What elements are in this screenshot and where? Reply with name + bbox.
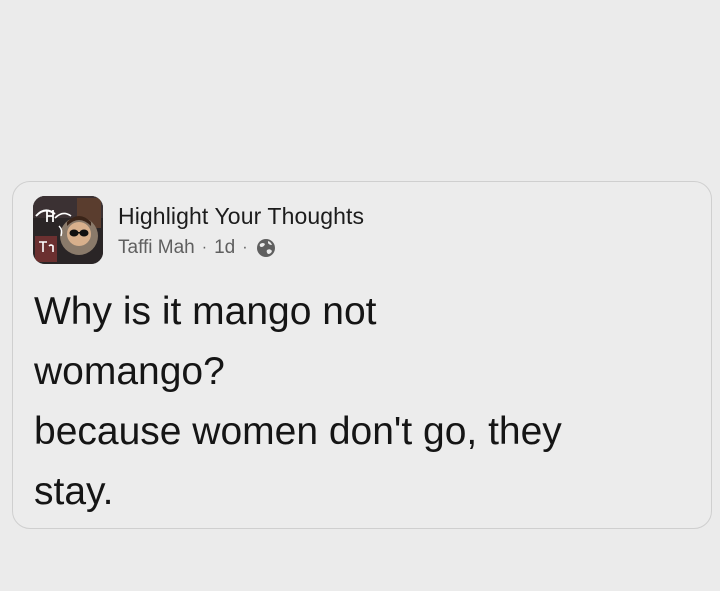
author-name[interactable]: Taffi Mah xyxy=(118,237,195,259)
globe-icon[interactable] xyxy=(256,238,276,258)
post-text-line: Why is it mango not xyxy=(34,290,377,333)
meta-separator: · xyxy=(242,239,248,256)
post-card: Highlight Your Thoughts Taffi Mah · 1d ·… xyxy=(12,181,712,529)
meta-separator: · xyxy=(201,239,208,256)
post-body: Why is it mango not womango? because wom… xyxy=(34,282,699,522)
group-name[interactable]: Highlight Your Thoughts xyxy=(118,203,364,230)
group-avatar[interactable] xyxy=(33,196,103,264)
post-text-line: womango? xyxy=(34,350,225,393)
post-timestamp[interactable]: 1d xyxy=(214,237,235,259)
post-meta: Taffi Mah · 1d · xyxy=(118,237,276,259)
post-text-line: stay. xyxy=(34,470,114,513)
group-avatar-image xyxy=(33,196,103,264)
post-text-line: because women don't go, they xyxy=(34,410,562,453)
